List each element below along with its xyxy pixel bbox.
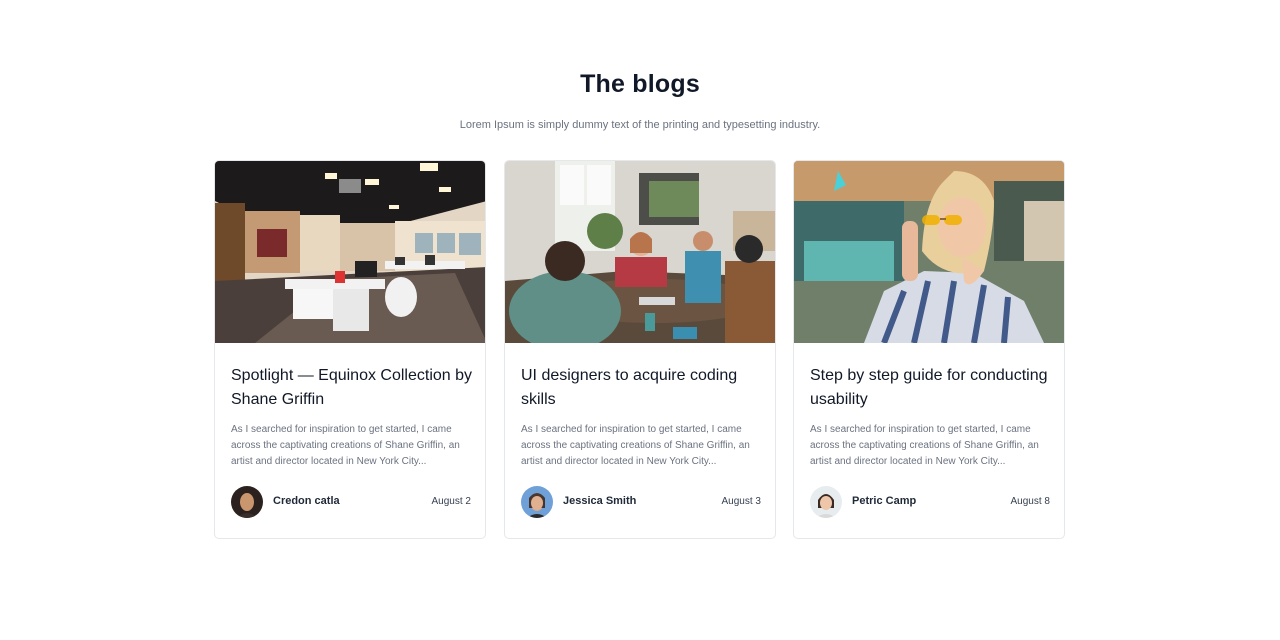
author-name: Jessica Smith	[563, 495, 637, 507]
post-excerpt: As I searched for inspiration to get sta…	[810, 424, 1039, 467]
post-author: Petric Camp August 8	[810, 486, 1050, 518]
post-title[interactable]: Spotlight — Equinox Collection by Shane …	[231, 364, 475, 412]
post-excerpt: As I searched for inspiration to get sta…	[231, 424, 460, 467]
office-interior-photo[interactable]	[215, 161, 485, 343]
avatar	[231, 486, 263, 518]
blog-card[interactable]: Step by step guide for conducting usabil…	[793, 160, 1065, 539]
blog-card[interactable]: Spotlight — Equinox Collection by Shane …	[214, 160, 486, 539]
post-title[interactable]: Step by step guide for conducting usabil…	[810, 364, 1054, 412]
avatar	[521, 486, 553, 518]
post-title[interactable]: UI designers to acquire coding skills	[521, 364, 765, 412]
section-title: The blogs	[580, 70, 700, 98]
author-name: Credon catla	[273, 495, 340, 507]
post-author: Jessica Smith August 3	[521, 486, 761, 518]
post-date: August 8	[1010, 496, 1050, 507]
post-date: August 2	[431, 496, 471, 507]
woman-sunglasses-photo[interactable]	[794, 161, 1064, 343]
post-author: Credon catla August 2	[231, 486, 471, 518]
author-name: Petric Camp	[852, 495, 917, 507]
section-subtitle: Lorem Ipsum is simply dummy text of the …	[459, 119, 821, 131]
blog-card[interactable]: UI designers to acquire coding skills As…	[504, 160, 776, 539]
post-excerpt: As I searched for inspiration to get sta…	[521, 424, 750, 467]
post-date: August 3	[721, 496, 761, 507]
team-meeting-photo[interactable]	[505, 161, 775, 343]
avatar	[810, 486, 842, 518]
